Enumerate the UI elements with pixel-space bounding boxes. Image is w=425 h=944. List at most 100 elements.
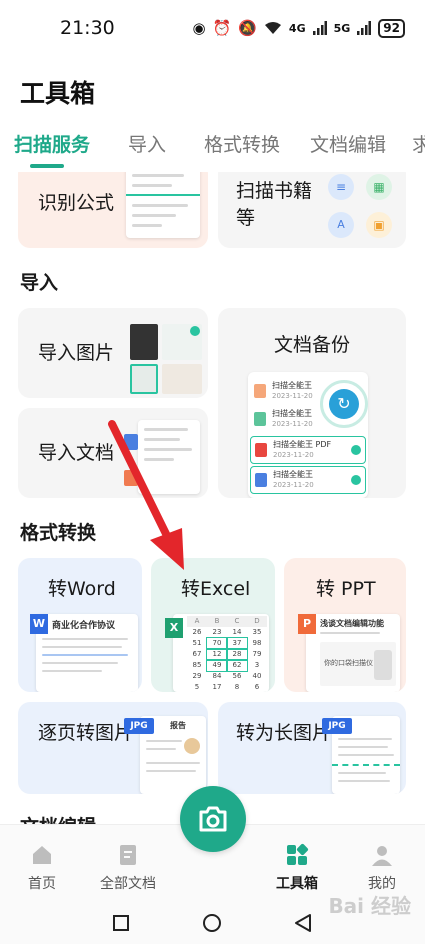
import-doc-label: 导入文档 (38, 442, 115, 464)
to-word-label: 转Word (48, 578, 116, 600)
edit-section-title: 文档编辑 (20, 812, 96, 824)
import-image-label: 导入图片 (38, 342, 115, 364)
mute-icon: 🔕 (238, 19, 257, 37)
tab-bar: 扫描服务 导入 格式转换 文档编辑 求 (0, 126, 425, 166)
excel-file-icon: X (165, 618, 183, 638)
scan-books-card[interactable]: 扫描书籍等 ≡ ▦ A ▣ (218, 172, 406, 248)
excel-cell: 6 (254, 683, 260, 691)
excel-cell: 67 (192, 650, 202, 658)
grid-app-icon: ▣ (366, 212, 392, 238)
to-ppt-label: 转 PPT (316, 578, 376, 600)
ppt-slide-thumbnail: P 浅谈文档编辑功能 你的口袋扫描仪 (298, 614, 400, 692)
watermark-logo: Bai 经验 (328, 894, 411, 918)
page-to-image-card[interactable]: 逐页转图片 报告 JPG (18, 702, 208, 794)
formula-card[interactable]: 识别公式 (18, 172, 208, 248)
tab-scan-service[interactable]: 扫描服务 (14, 126, 90, 166)
ppt-file-icon (254, 384, 266, 398)
excel-cell: 17 (212, 683, 222, 691)
excel-sheet-thumbnail: X A B C D 26 23 14 35 51 70 37 98 67 12 28 79 85 49 62 3 29 8… (165, 614, 269, 692)
excel-cell: 5 (194, 683, 200, 691)
excel-cell: 70 (206, 637, 228, 650)
tool-list[interactable]: 识别公式 扫描书籍等 ≡ ▦ A ▣ 导入 导入图片 导入文档 文档备份 扫描全… (0, 172, 425, 824)
word-doc-thumbnail: W 商业化合作协议 (30, 614, 138, 692)
excel-cell: 28 (226, 648, 248, 661)
toolbox-icon (287, 843, 309, 865)
to-long-image-card[interactable]: 转为长图片 JPG (218, 702, 406, 794)
signal-bars-icon (357, 21, 372, 35)
cloud-sync-icon: ↻ (320, 380, 368, 428)
to-excel-card[interactable]: 转Excel X A B C D 26 23 14 35 51 70 37 98 67 12 28 79 85 4… (151, 558, 275, 692)
signal-bars-icon (312, 21, 327, 35)
tab-more[interactable]: 求 (412, 126, 425, 166)
excel-cell: B (214, 617, 220, 625)
translate-app-icon: A (328, 212, 354, 238)
to-excel-label: 转Excel (181, 578, 251, 600)
signal-5g: 5G (333, 21, 351, 35)
sheet-app-icon: ▦ (366, 174, 392, 200)
doc-thumbnail (138, 420, 200, 494)
backup-file-row: 扫描全能王 2023-11-20 (250, 466, 366, 494)
excel-app-icon: ≡ (328, 174, 354, 200)
excel-cell: 29 (192, 672, 202, 680)
import-section-title: 导入 (20, 272, 59, 294)
user-icon (372, 846, 392, 866)
jpg-badge: JPG (322, 718, 352, 734)
nav-toolbox[interactable]: 工具箱 (257, 843, 337, 893)
home-circle-icon[interactable] (202, 913, 222, 933)
tab-import[interactable]: 导入 (128, 126, 166, 166)
excel-cell: 23 (212, 628, 222, 636)
scan-books-label: 扫描书籍等 (236, 180, 313, 229)
to-word-card[interactable]: 转Word W 商业化合作协议 (18, 558, 142, 692)
to-ppt-card[interactable]: 转 PPT P 浅谈文档编辑功能 你的口袋扫描仪 (284, 558, 406, 692)
excel-cell: 85 (192, 661, 202, 669)
import-doc-card[interactable]: 导入文档 (18, 408, 208, 498)
photo-thumbnail (162, 364, 202, 394)
alarm-icon: ⏰ (212, 19, 232, 37)
import-image-card[interactable]: 导入图片 (18, 308, 208, 398)
excel-cell: 62 (226, 659, 248, 672)
signal-4g: 4G (288, 21, 306, 35)
excel-file-icon (254, 412, 266, 426)
excel-grid: A B C D 26 23 14 35 51 70 37 98 67 12 28 79 85 49 62 3 29 84 5… (187, 616, 267, 692)
home-icon (33, 846, 51, 864)
doc-backup-card[interactable]: 文档备份 扫描全能王 2023-11-20 扫描全能王 2023-11-20 扫… (218, 308, 406, 498)
document-icon (120, 845, 136, 865)
ppt-file-icon: P (298, 614, 316, 634)
word-file-icon (255, 473, 267, 487)
pdf-file-icon (255, 443, 267, 457)
status-time: 21:30 (60, 17, 115, 39)
to-long-image-label: 转为长图片 (236, 722, 332, 744)
back-icon[interactable] (294, 913, 312, 933)
tab-format-convert[interactable]: 格式转换 (204, 126, 280, 166)
wifi-icon (264, 22, 281, 34)
battery-indicator: 92 (378, 18, 405, 38)
nav-home[interactable]: 首页 (2, 843, 82, 893)
excel-cell: 98 (252, 639, 262, 647)
excel-cell: C (234, 617, 240, 625)
tab-active-indicator (30, 164, 64, 168)
photo-thumbnail (162, 324, 202, 360)
excel-cell: A (194, 617, 200, 625)
excel-cell: 84 (212, 672, 222, 680)
page-title: 工具箱 (20, 79, 96, 108)
photo-thumbnail (130, 324, 158, 360)
check-icon (351, 475, 361, 485)
excel-cell: 26 (192, 628, 202, 636)
excel-cell: D (254, 617, 260, 625)
recent-apps-icon[interactable] (112, 914, 130, 932)
camera-icon (199, 806, 227, 832)
nav-mine[interactable]: 我的 (342, 843, 422, 893)
excel-cell: 79 (252, 650, 262, 658)
status-icons: ◉ ⏰ 🔕 4G 5G 92 (192, 18, 405, 38)
nav-all-docs[interactable]: 全部文档 (88, 843, 168, 893)
jpg-badge: JPG (124, 718, 154, 734)
excel-cell: 8 (234, 683, 240, 691)
excel-cell: 51 (192, 639, 202, 647)
camera-button[interactable] (180, 786, 246, 852)
word-file-icon: W (30, 614, 48, 634)
excel-cell: 40 (252, 672, 262, 680)
excel-cell: 14 (232, 628, 242, 636)
check-icon (351, 445, 361, 455)
tab-doc-edit[interactable]: 文档编辑 (310, 126, 386, 166)
backup-file-row: 扫描全能王 PDF 2023-11-20 (250, 436, 366, 464)
